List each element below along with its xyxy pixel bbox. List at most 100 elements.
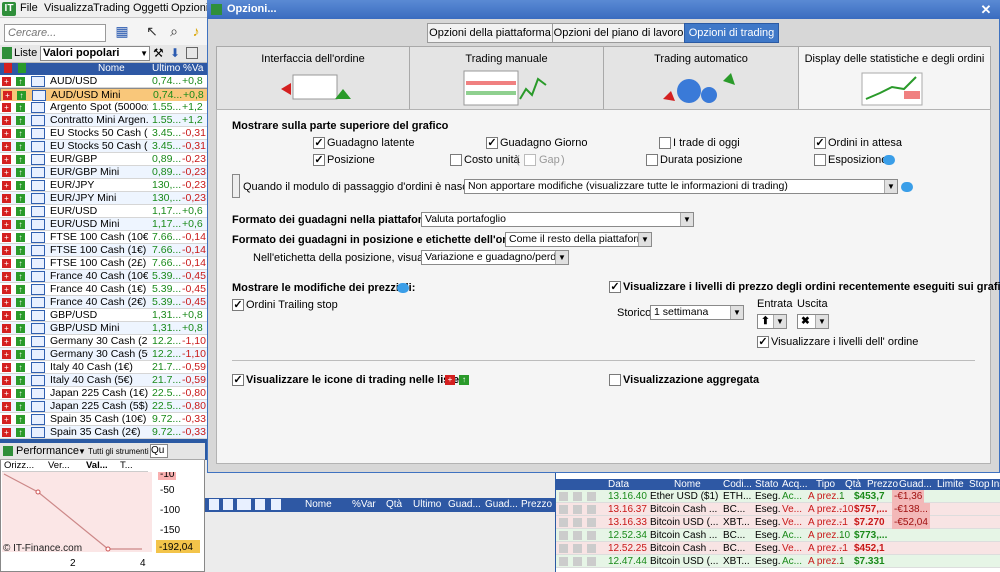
performance-qu[interactable]: Qu	[150, 444, 168, 458]
help-bubble-icon[interactable]	[883, 155, 895, 165]
check-order-levels[interactable]: ✓	[757, 336, 769, 348]
edit-order-icon[interactable]	[573, 492, 582, 501]
buy-icon[interactable]: ↑	[16, 298, 25, 307]
edit-order-icon[interactable]	[573, 531, 582, 540]
chart-icon[interactable]	[31, 349, 45, 360]
check-guadagno-giorno[interactable]: ✓	[486, 137, 498, 149]
tool-icon[interactable]	[223, 499, 233, 510]
chart-icon[interactable]	[31, 154, 45, 165]
buy-icon[interactable]: ↑	[16, 350, 25, 359]
tab-trading-automatico[interactable]: Trading automatico	[603, 46, 799, 110]
edit-order-icon[interactable]	[573, 544, 582, 553]
ord-col-ins[interactable]: Ins	[991, 479, 1000, 490]
chart-icon[interactable]	[31, 258, 45, 269]
buy-icon[interactable]: ↑	[16, 181, 25, 190]
tab-interfaccia-ordine[interactable]: Interfaccia dell'ordine	[216, 46, 410, 110]
select-entrata-icon[interactable]: ⬆ ▼	[757, 314, 787, 329]
sell-icon[interactable]: +	[2, 272, 11, 281]
list-item[interactable]: + ↑ EUR/JPY 130,... -0,23	[0, 179, 208, 192]
sell-icon[interactable]: +	[2, 285, 11, 294]
buy-icon[interactable]: ↑	[16, 233, 25, 242]
col-ultimo[interactable]: Ultimo	[152, 63, 180, 74]
check-trade-icons[interactable]: ✓	[232, 374, 244, 386]
sell-icon[interactable]: +	[2, 155, 11, 164]
buy-icon[interactable]: ↑	[16, 142, 25, 151]
chart-icon[interactable]	[31, 375, 45, 386]
help-bubble-icon[interactable]	[397, 283, 409, 293]
list-item[interactable]: + ↑ Italy 40 Cash (1€) 21.7... -0,59	[0, 361, 208, 374]
buy-icon[interactable]: ↑	[16, 155, 25, 164]
list-item[interactable]: + ↑ EUR/JPY Mini 130,... -0,23	[0, 192, 208, 205]
list-item[interactable]: + ↑ Japan 225 Cash (1€) 22.5... -0,80	[0, 387, 208, 400]
list-item[interactable]: + ↑ EU Stocks 50 Cash (... 3.45... -0,31	[0, 127, 208, 140]
chart-icon[interactable]	[31, 180, 45, 191]
sell-icon[interactable]: +	[2, 103, 11, 112]
order-row[interactable]: 13.16.33 Bitcoin USD (... XBT... Eseg. Ve...…	[556, 516, 1000, 529]
order-row[interactable]: 12.52.34 Bitcoin Cash ... BC... Eseg. Ac... A…	[556, 529, 1000, 542]
ord-col-stop[interactable]: Stop	[969, 479, 990, 490]
sell-icon[interactable]: +	[2, 376, 11, 385]
tab-opzioni-trading[interactable]: Opzioni di trading	[684, 23, 779, 43]
sell-icon[interactable]: +	[2, 142, 11, 151]
chart-icon[interactable]	[31, 401, 45, 412]
check-posizione[interactable]: ✓	[313, 154, 325, 166]
ord-col-limite[interactable]: Limite	[937, 479, 964, 490]
list-item[interactable]: + ↑ Spain 35 Cash (10€) 9.72... -0,33	[0, 413, 208, 426]
check-guadagno-latente[interactable]: ✓	[313, 137, 325, 149]
mid-col-guad2[interactable]: Guad...	[485, 499, 518, 510]
list-item[interactable]: + ↑ GBP/USD 1,31... +0,8	[0, 309, 208, 322]
mid-col-ultimo[interactable]: Ultimo	[413, 499, 441, 510]
close-order-icon[interactable]	[559, 518, 568, 527]
list-item[interactable]: + ↑ FTSE 100 Cash (2£) 7.66... -0,14	[0, 257, 208, 270]
list-item[interactable]: + ↑ Spain 35 Cash (2€) 9.72... -0,33	[0, 426, 208, 439]
list-item[interactable]: + ↑ France 40 Cash (2€) 5.39... -0,45	[0, 296, 208, 309]
search-icon[interactable]: ⌕	[164, 20, 184, 42]
col-nome[interactable]: Nome	[98, 63, 125, 74]
buy-icon[interactable]: ↑	[16, 220, 25, 229]
buy-icon[interactable]: ↑	[16, 129, 25, 138]
chart-icon[interactable]	[31, 102, 45, 113]
chart-icon[interactable]	[31, 323, 45, 334]
buy-icon[interactable]: ↑	[16, 324, 25, 333]
chart-icon[interactable]	[31, 141, 45, 152]
check-trade-oggi[interactable]	[659, 137, 671, 149]
tool-icon[interactable]	[271, 499, 281, 510]
check-show-levels[interactable]: ✓	[609, 281, 621, 293]
chart-icon[interactable]	[31, 232, 45, 243]
buy-icon[interactable]: ↑	[16, 246, 25, 255]
info-order-icon[interactable]	[587, 505, 596, 514]
close-order-icon[interactable]	[559, 531, 568, 540]
info-order-icon[interactable]	[587, 492, 596, 501]
list-item[interactable]: + ↑ Germany 30 Cash (5€) 12.2... -1,10	[0, 348, 208, 361]
sell-icon[interactable]: +	[2, 415, 11, 424]
mid-col-var[interactable]: %Var	[352, 499, 376, 510]
chart-icon[interactable]	[31, 76, 45, 87]
buy-icon[interactable]: ↑	[17, 91, 26, 100]
chart-icon[interactable]	[31, 336, 45, 347]
performance-filter[interactable]: ▼ Tutti gli strumenti	[78, 447, 149, 456]
order-row[interactable]: 13.16.40 Ether USD ($1) ETH... Eseg. Ac... A …	[556, 490, 1000, 503]
close-order-icon[interactable]	[559, 492, 568, 501]
buy-icon[interactable]: ↑	[16, 207, 25, 216]
arrow-down-icon[interactable]: ⬇	[170, 46, 180, 60]
chart-icon[interactable]	[31, 388, 45, 399]
menu-trading[interactable]: Trading	[93, 2, 130, 14]
buy-icon[interactable]: ↑	[16, 194, 25, 203]
tool-icon[interactable]	[209, 499, 219, 510]
pointer-icon[interactable]: ↖	[142, 20, 162, 42]
buy-icon[interactable]: ↑	[16, 428, 25, 437]
sell-icon[interactable]: +	[2, 194, 11, 203]
list-item[interactable]: + ↑ Japan 225 Cash (5$) 22.5... -0,80	[0, 400, 208, 413]
buy-icon[interactable]: ↑	[16, 337, 25, 346]
buy-icon[interactable]: ↑	[16, 402, 25, 411]
order-row[interactable]: 12.52.25 Bitcoin Cash ... BC... Eseg. Ve... A…	[556, 542, 1000, 555]
bell-icon[interactable]: ♪	[186, 20, 206, 42]
chart-icon[interactable]	[31, 284, 45, 295]
sell-icon[interactable]: +	[2, 246, 11, 255]
sell-icon[interactable]: +	[2, 259, 11, 268]
sell-icon[interactable]: +	[2, 129, 11, 138]
chart-icon[interactable]	[31, 310, 45, 321]
list-item[interactable]: + ↑ EUR/GBP Mini 0,89... -0,23	[0, 166, 208, 179]
buy-icon[interactable]: ↑	[16, 259, 25, 268]
buy-icon[interactable]: ↑	[16, 363, 25, 372]
